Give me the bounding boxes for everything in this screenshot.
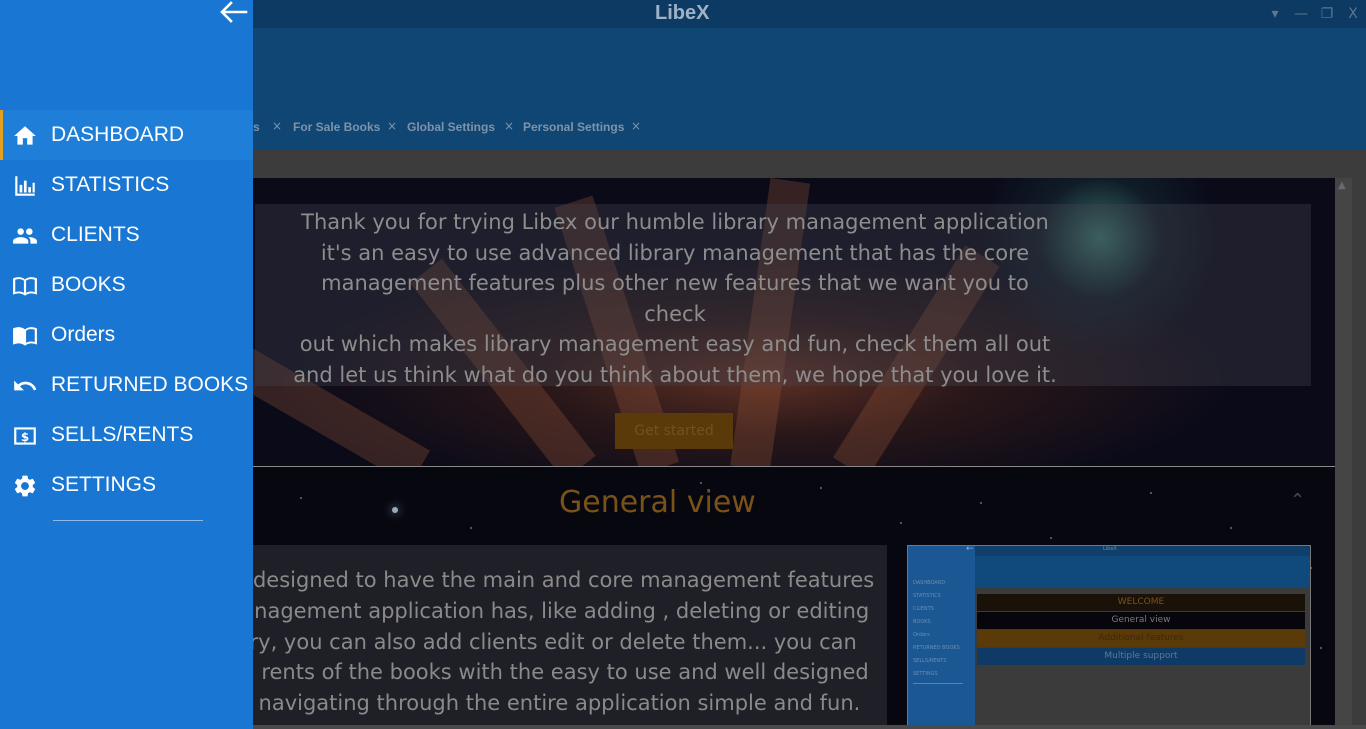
tab-partial[interactable]: s [253,120,260,134]
star-decoration [980,502,982,504]
star-decoration [820,487,822,489]
nav-item-orders[interactable]: Orders [0,310,253,360]
preview-side-item: SETTINGS [913,671,938,677]
nav-label: RETURNED BOOKS [51,373,249,396]
app-title: LibeX [655,2,710,24]
preview-sidebar: ← DASHBOARD STATISTICS CLIENTS BOOKS Ord… [908,546,975,727]
nav-label: SETTINGS [51,473,157,496]
restore-icon[interactable]: ❐ [1314,6,1340,22]
description-line: nanagement application has, like adding … [228,598,870,623]
description-line: nd rents of the books with the easy to u… [228,660,869,685]
preview-side-item: RETURNED BOOKS [913,645,960,651]
tab-close-icon[interactable]: × [504,119,514,133]
navigation-drawer: DASHBOARD STATISTICS CLIENTS BOOKS Order… [0,0,253,729]
nav-label: SELLS/RENTS [51,423,194,446]
description-text: ly designed to have the main and core ma… [228,565,888,719]
preview-row: Multiple support [977,648,1305,665]
section-title: General view [559,485,756,520]
preview-row: General view [977,612,1305,629]
tab-for-sale-books[interactable]: For Sale Books [293,120,380,134]
svg-text:$: $ [21,430,29,444]
nav-label: STATISTICS [51,173,170,196]
preview-separator [913,683,963,684]
undo-icon [14,380,37,391]
star-decoration [1320,647,1322,649]
chevron-up-icon[interactable]: ⌃ [1290,490,1305,511]
nav-item-statistics[interactable]: STATISTICS [0,160,253,210]
preview-side-item: BOOKS [913,619,931,625]
window-controls: ▾ — ❐ X [1262,0,1366,28]
nav-item-returned-books[interactable]: RETURNED BOOKS [0,360,253,410]
tab-personal-settings[interactable]: Personal Settings [523,120,624,134]
nav-label: Orders [51,323,116,346]
nav-label: CLIENTS [51,223,140,246]
tab-close-icon[interactable]: × [387,119,397,133]
book-open-icon [13,277,37,296]
preview-side-item: DASHBOARD [913,580,946,586]
preview-side-item: STATISTICS [913,593,941,599]
vertical-scrollbar[interactable] [1335,178,1352,729]
hero-line: out which makes library management easy … [299,332,1051,356]
nav-label: DASHBOARD [51,123,185,146]
book-icon [13,327,37,346]
nav-item-books[interactable]: BOOKS [0,260,253,310]
people-icon [13,228,37,244]
star-decoration [1150,492,1152,494]
nav-item-dashboard[interactable]: DASHBOARD [0,110,253,160]
close-icon[interactable]: X [1340,6,1366,22]
description-line: ly designed to have the main and core ma… [228,568,875,592]
description-line: rary, you can also add clients edit or d… [228,629,857,654]
star-decoration [392,507,398,513]
dropdown-icon[interactable]: ▾ [1262,6,1288,22]
preview-back-icon: ← [966,545,974,554]
hero-welcome-text: Thank you for trying Libex our humble li… [290,207,1060,390]
minimize-icon[interactable]: — [1288,6,1314,22]
hero-line: and let us think what do you think about… [293,362,1057,387]
hero-line: management features plus other new featu… [321,271,1029,326]
description-line: es navigating through the entire applica… [228,691,861,716]
home-icon [14,126,36,145]
nav-item-sells-rents[interactable]: $ SELLS/RENTS [0,410,253,460]
hero-line: it's an easy to use advanced library man… [320,240,1030,265]
sidebar-divider [53,520,203,521]
arrow-left-icon[interactable] [218,0,252,26]
star-decoration [300,497,302,499]
star-decoration [900,522,902,524]
preview-side-item: CLIENTS [913,606,934,612]
get-started-button[interactable]: Get started [615,413,733,449]
preview-side-item: SELLS/RENTS [913,658,947,664]
app-preview-image: LibeX WELCOME General view Additional fe… [907,545,1311,728]
preview-app-title: LibeX [1103,546,1117,552]
nav-item-settings[interactable]: SETTINGS [0,460,253,510]
tab-close-icon[interactable]: × [272,119,282,133]
preview-row: Additional features [977,630,1305,647]
bottom-edge [253,725,1366,729]
tab-global-settings[interactable]: Global Settings [407,120,495,134]
hero-line: Thank you for trying Libex our humble li… [301,210,1049,234]
nav-label: BOOKS [51,273,126,296]
tab-close-icon[interactable]: × [631,119,641,133]
star-decoration [470,527,472,529]
star-decoration [1230,527,1232,529]
preview-row: WELCOME [977,594,1305,611]
money-icon: $ [14,427,36,445]
star-decoration [700,482,702,484]
gear-icon [14,475,36,497]
nav-item-clients[interactable]: CLIENTS [0,210,253,260]
star-decoration [1050,537,1052,539]
preview-side-item: Orders [913,632,930,638]
bar-chart-icon [15,176,35,196]
scroll-up-icon[interactable]: ▲ [1338,180,1346,191]
